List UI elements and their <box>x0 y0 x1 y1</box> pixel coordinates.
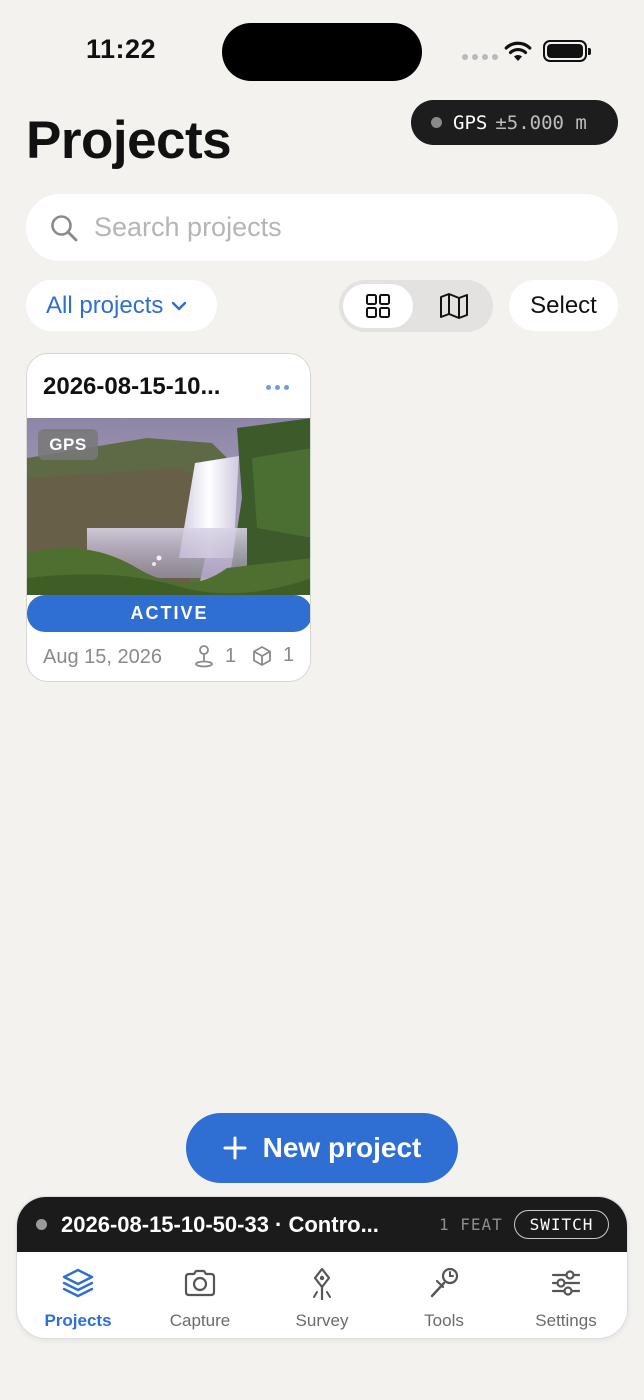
tools-icon <box>430 1267 459 1298</box>
points-value: 1 <box>225 644 237 667</box>
plus-icon <box>223 1136 247 1160</box>
tab-capture[interactable]: Capture <box>139 1252 261 1338</box>
select-button[interactable]: Select <box>509 280 618 331</box>
project-date: Aug 15, 2026 <box>43 646 162 668</box>
switch-project-button[interactable]: SWITCH <box>514 1210 609 1239</box>
tab-settings[interactable]: Settings <box>505 1252 627 1338</box>
dynamic-island <box>222 23 422 81</box>
cellular-signal-icon <box>462 54 498 60</box>
gps-accuracy-pill[interactable]: GPS ±5.000 m <box>411 100 618 145</box>
grid-view-button[interactable] <box>343 284 413 328</box>
active-project-dot <box>36 1219 47 1230</box>
tab-label: Tools <box>424 1311 464 1330</box>
cube-icon <box>253 645 271 666</box>
page-title: Projects <box>26 111 232 170</box>
objects-value: 1 <box>283 644 295 666</box>
gps-status-dot <box>431 117 442 128</box>
status-time: 11:22 <box>86 34 157 64</box>
active-project-name: 2026-08-15-10-50-33 · Contro... <box>61 1212 379 1237</box>
bottom-panel: 2026-08-15-10-50-33 · Contro... 1 FEAT S… <box>16 1196 628 1339</box>
sliders-icon <box>551 1270 581 1296</box>
objects-count: 1 <box>251 644 294 667</box>
tab-projects[interactable]: Projects <box>17 1252 139 1338</box>
survey-point-icon <box>195 645 213 668</box>
points-count: 1 <box>193 644 236 668</box>
tab-tools[interactable]: Tools <box>383 1252 505 1338</box>
map-view-button[interactable] <box>419 284 489 328</box>
project-card[interactable]: 2026-08-15-10... GPS ACTIVE Aug 15, 2026… <box>26 353 311 682</box>
new-project-label: New project <box>262 1132 422 1163</box>
tab-label: Projects <box>44 1311 112 1330</box>
filter-label: All projects <box>46 291 164 319</box>
gps-label: GPS <box>453 111 488 134</box>
search-icon <box>51 214 78 241</box>
tab-label: Survey <box>295 1311 349 1330</box>
chevron-down-icon <box>172 301 187 310</box>
project-card-title: 2026-08-15-10... <box>43 373 221 400</box>
gps-badge: GPS <box>38 429 98 460</box>
tab-bar: Projects Capture Survey Tools Settings <box>17 1252 627 1338</box>
gps-accuracy: ±5.000 m <box>495 111 587 134</box>
search-bar[interactable] <box>26 194 618 261</box>
project-filter-dropdown[interactable]: All projects <box>26 280 217 331</box>
camera-icon <box>184 1269 216 1297</box>
more-options-icon[interactable] <box>259 372 295 402</box>
new-project-button[interactable]: New project <box>186 1113 458 1183</box>
map-icon <box>440 293 468 319</box>
wifi-icon <box>504 41 532 61</box>
view-toggle <box>339 280 493 332</box>
projects-screen: 11:22 GPS ±5.000 m Projects All projects <box>0 0 644 1400</box>
grid-icon <box>366 294 390 318</box>
feature-count: 1 FEAT <box>439 1215 503 1234</box>
battery-icon <box>543 40 591 62</box>
tab-survey[interactable]: Survey <box>261 1252 383 1338</box>
active-status-bar: ACTIVE <box>27 595 310 632</box>
tab-label: Settings <box>535 1311 597 1330</box>
survey-pin-icon <box>313 1267 331 1300</box>
active-project-strip[interactable]: 2026-08-15-10-50-33 · Contro... 1 FEAT S… <box>17 1197 627 1252</box>
layers-icon <box>62 1268 94 1298</box>
search-input[interactable] <box>94 212 574 243</box>
tab-label: Capture <box>169 1311 231 1330</box>
